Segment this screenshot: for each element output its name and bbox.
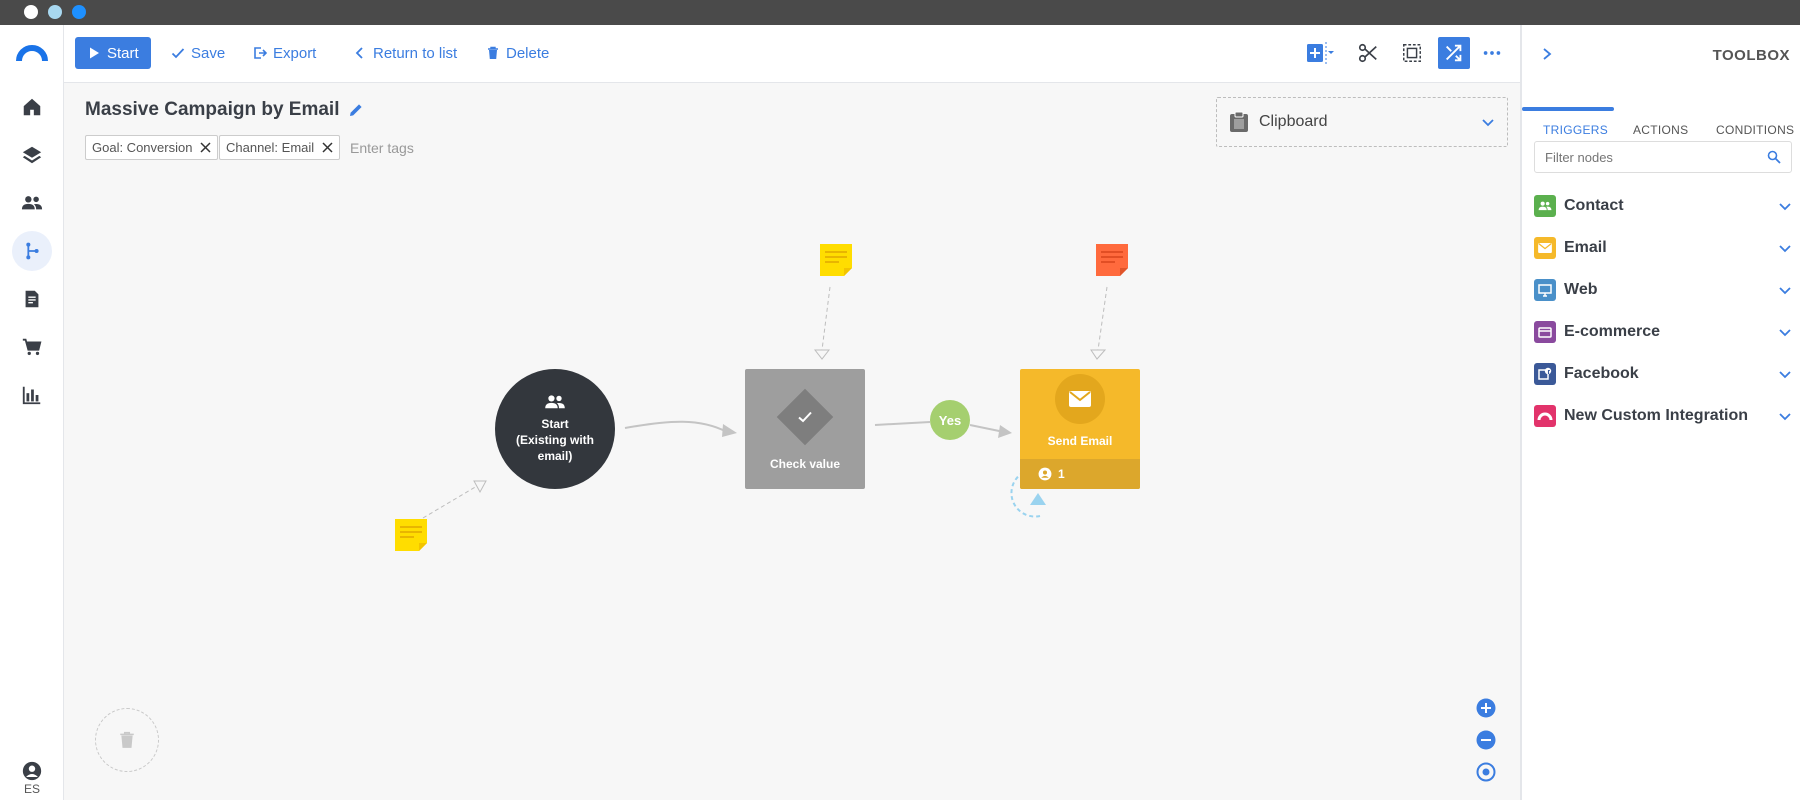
chevron-down-icon [1779,245,1791,253]
category-label: Email [1564,239,1607,256]
sticky-note-orange[interactable] [1096,244,1128,276]
toolbox-tabs: TRIGGERS ACTIONS CONDITIONS [1522,85,1800,147]
card-icon [1534,321,1556,343]
filter-nodes-input[interactable] [1545,149,1745,165]
people-icon [545,395,565,409]
monitor-icon [1534,279,1556,301]
start-node-line2: (Existing with [516,433,594,447]
start-node[interactable]: Start (Existing with email) [495,369,615,489]
people-icon [1534,195,1556,217]
email-icon-circle [1055,374,1105,424]
category-label: New Custom Integration [1564,407,1749,424]
zoom-out-button[interactable] [1475,729,1497,751]
start-node-line3: email) [537,449,573,463]
send-email-node[interactable]: Send Email 1 [1020,369,1140,489]
chevron-down-icon [1779,329,1791,337]
target-icon [1476,762,1496,782]
center-view-button[interactable] [1475,761,1497,783]
integration-icon [1534,405,1556,427]
check-value-label: Check value [769,457,841,471]
toolbox-panel: TOOLBOX TRIGGERS ACTIONS CONDITIONS Cont… [1520,25,1800,800]
category-label: E-commerce [1564,323,1661,340]
check-value-node[interactable]: Check value [745,369,865,489]
tab-triggers[interactable]: TRIGGERS [1543,123,1608,137]
category-facebook[interactable]: Facebook [1534,359,1792,389]
toolbox-title: TOOLBOX [1712,47,1790,64]
condition-diamond [776,388,834,446]
category-contact[interactable]: Contact [1534,191,1792,221]
filter-nodes-field[interactable] [1534,141,1792,173]
category-label: Facebook [1564,365,1639,382]
check-icon [798,411,812,423]
trash-drop-zone[interactable] [95,708,159,772]
facebook-icon [1534,363,1556,385]
send-email-label: Send Email [1047,434,1113,448]
trash-icon [120,731,134,748]
category-label: Contact [1564,197,1624,214]
start-node-line1: Start [541,417,569,431]
category-new-custom-integration[interactable]: New Custom Integration [1534,401,1792,431]
envelope-icon [1069,391,1091,407]
category-web[interactable]: Web [1534,275,1792,305]
category-ecommerce[interactable]: E-commerce [1534,317,1792,347]
zoom-in-button[interactable] [1475,697,1497,719]
yes-branch-label[interactable]: Yes [930,400,970,440]
tab-actions[interactable]: ACTIONS [1633,123,1688,137]
chevron-down-icon [1779,413,1791,421]
contacts-counter[interactable]: 1 [1020,459,1140,489]
sticky-note-yellow[interactable] [395,519,427,551]
envelope-icon [1534,237,1556,259]
user-circle-icon [1038,467,1052,481]
active-tab-indicator [1522,107,1614,111]
category-email[interactable]: Email [1534,233,1792,263]
plus-circle-icon [1476,698,1496,718]
category-label: Web [1564,281,1598,298]
chevron-right-icon[interactable] [1540,47,1554,61]
sticky-note-yellow[interactable] [820,244,852,276]
minus-circle-icon [1476,730,1496,750]
chevron-down-icon [1779,287,1791,295]
tab-conditions[interactable]: CONDITIONS [1716,123,1794,137]
chevron-down-icon [1779,371,1791,379]
contacts-count: 1 [1058,467,1065,481]
chevron-down-icon [1779,203,1791,211]
search-icon[interactable] [1767,150,1781,164]
